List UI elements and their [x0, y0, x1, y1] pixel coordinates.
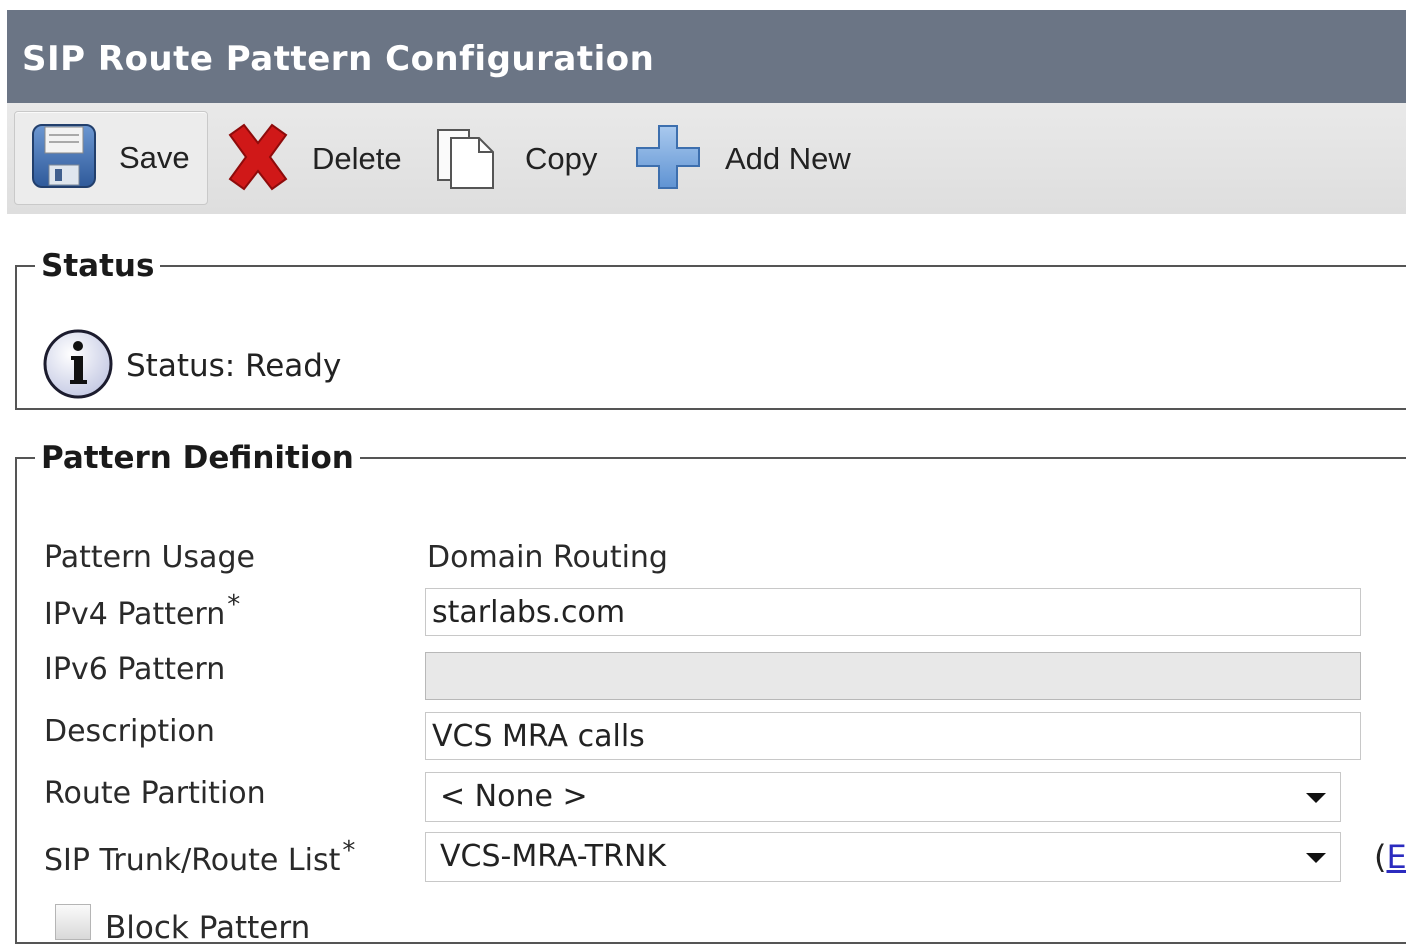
pattern-definition-legend: Pattern Definition — [41, 440, 354, 476]
description-label: Description — [44, 714, 215, 749]
save-label: Save — [119, 140, 190, 175]
status-text: Status: Ready — [126, 348, 342, 384]
status-legend: Status — [41, 248, 155, 284]
block-pattern-checkbox[interactable] — [55, 904, 91, 940]
sip-trunk-route-list-select[interactable]: VCS-MRA-TRNK — [425, 832, 1341, 882]
status-row: Status: Ready — [42, 328, 341, 404]
ipv6-pattern-input — [425, 652, 1361, 700]
add-new-label: Add New — [725, 140, 851, 176]
sip-trunk-route-list-value: VCS-MRA-TRNK — [440, 839, 667, 874]
floppy-disk-icon — [31, 123, 97, 193]
page-title: SIP Route Pattern Configuration — [22, 39, 655, 79]
dropdown-arrow-icon — [1306, 853, 1326, 863]
description-input[interactable] — [425, 712, 1361, 760]
pattern-definition-section: Pattern Definition Pattern Usage Domain … — [15, 440, 1406, 946]
plus-icon — [633, 122, 703, 196]
ipv6-pattern-label: IPv6 Pattern — [44, 652, 226, 687]
add-new-button[interactable]: Add New — [633, 103, 851, 214]
copy-document-icon — [435, 124, 497, 194]
copy-label: Copy — [525, 140, 598, 176]
copy-button[interactable]: Copy — [435, 103, 597, 214]
required-marker: * — [227, 590, 241, 620]
sip-trunk-route-list-label: SIP Trunk/Route List* — [44, 836, 356, 878]
toolbar: Save Delete Copy Add New — [7, 103, 1406, 214]
ipv4-pattern-label: IPv4 Pattern* — [44, 590, 241, 632]
edit-trunk-link[interactable]: (E — [1374, 838, 1406, 876]
dropdown-arrow-icon — [1306, 793, 1326, 803]
route-partition-label: Route Partition — [44, 776, 266, 811]
delete-button[interactable]: Delete — [222, 103, 402, 214]
required-marker: * — [342, 836, 356, 866]
title-bar: SIP Route Pattern Configuration — [7, 10, 1406, 103]
route-partition-value: < None > — [440, 779, 588, 814]
info-icon — [42, 328, 114, 404]
red-x-icon — [222, 121, 294, 197]
status-section: Status Status: Ready — [15, 248, 1406, 410]
delete-label: Delete — [312, 140, 402, 176]
pattern-usage-value: Domain Routing — [427, 540, 668, 575]
block-pattern-label: Block Pattern — [105, 910, 311, 946]
pattern-usage-label: Pattern Usage — [44, 540, 255, 575]
ipv4-pattern-input[interactable] — [425, 588, 1361, 636]
save-button[interactable]: Save — [14, 111, 208, 205]
route-partition-select[interactable]: < None > — [425, 772, 1341, 822]
